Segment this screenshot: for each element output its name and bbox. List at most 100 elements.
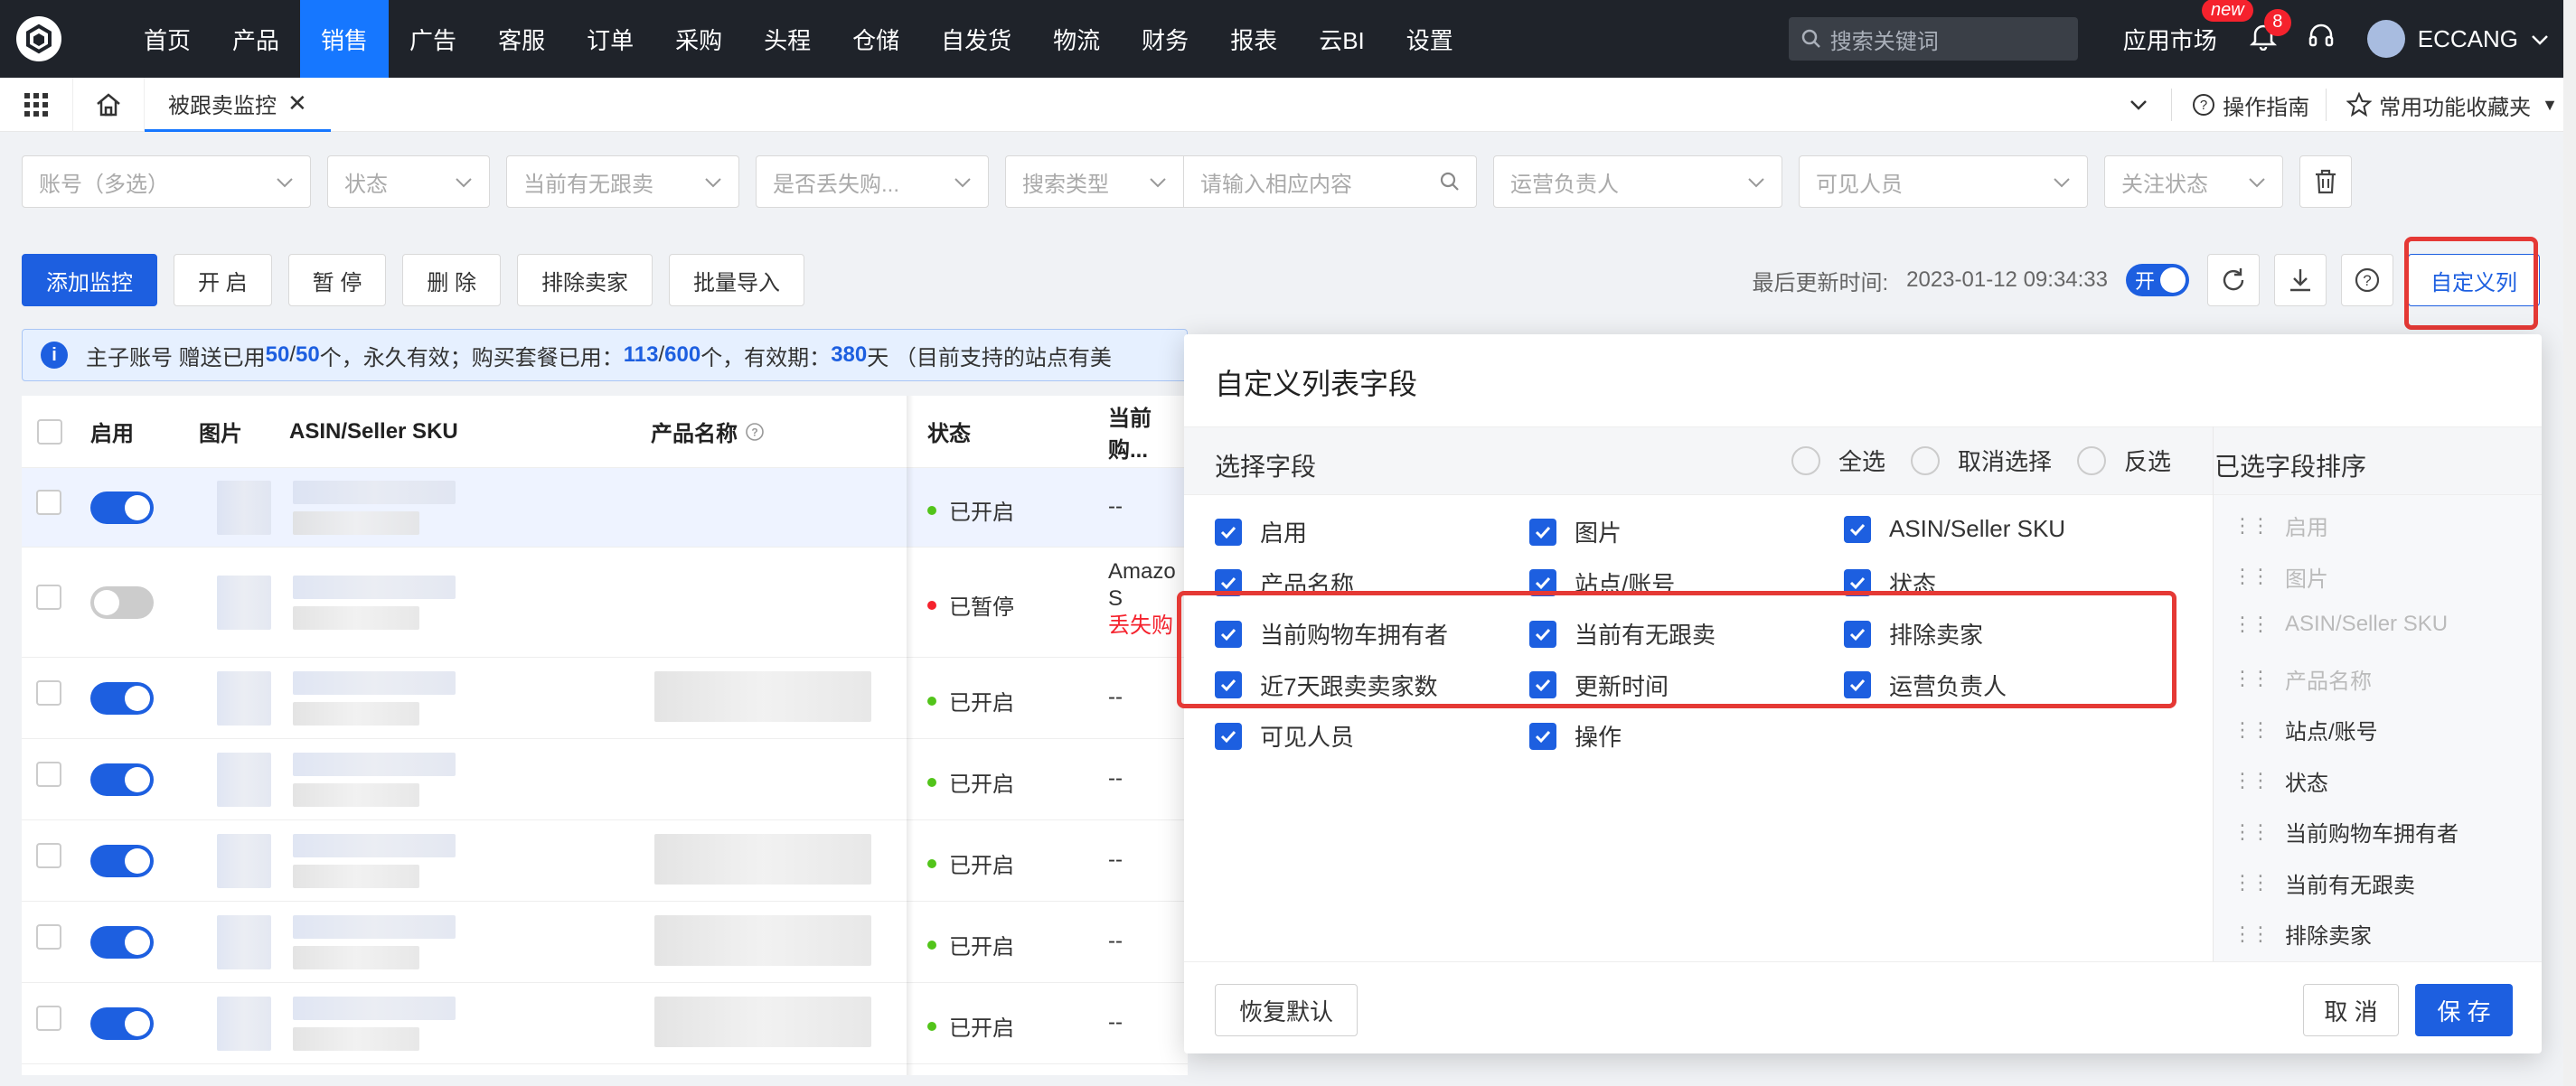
nav-item[interactable]: 客服 — [477, 0, 566, 78]
sorted-field-item[interactable]: ⋮⋮ 排除卖家 — [2233, 918, 2372, 950]
nav-item[interactable]: 报表 — [1209, 0, 1298, 78]
nav-item[interactable]: 仓储 — [832, 0, 920, 78]
sorted-field-item[interactable]: ⋮⋮ 当前购物车拥有者 — [2233, 816, 2458, 847]
field-checkbox-item[interactable]: 可见人员 — [1215, 719, 1354, 753]
nav-item[interactable]: 产品 — [212, 0, 300, 78]
favorites-button[interactable]: 常用功能收藏夹 ▼ — [2346, 89, 2558, 121]
enable-switch[interactable] — [90, 1007, 154, 1040]
page-scrollbar[interactable] — [2563, 0, 2576, 1086]
sorted-field-item[interactable]: ⋮⋮ 当前有无跟卖 — [2233, 867, 2415, 899]
checkbox-checked-icon[interactable] — [1215, 518, 1242, 546]
has-follow-select[interactable]: 当前有无跟卖 — [506, 155, 739, 208]
field-checkbox-item[interactable]: ASIN/Seller SKU — [1844, 515, 2065, 543]
auto-refresh-toggle[interactable]: 开 — [2126, 264, 2189, 296]
username[interactable]: ECCANG — [2418, 25, 2518, 53]
tab-dropdown-button[interactable] — [2129, 99, 2155, 110]
select-all-checkbox[interactable] — [37, 418, 62, 445]
support-button[interactable] — [2308, 23, 2335, 56]
drag-handle-icon[interactable]: ⋮⋮ — [2233, 718, 2270, 742]
checkbox-checked-icon[interactable] — [1529, 722, 1556, 750]
tab-follow-monitor[interactable]: 被跟卖监控 ✕ — [145, 78, 331, 132]
search-icon[interactable] — [1440, 172, 1460, 192]
nav-item[interactable]: 销售 — [300, 0, 390, 78]
sorted-field-item[interactable]: ⋮⋮ 站点/账号 — [2233, 714, 2378, 745]
sorted-field-item[interactable]: ⋮⋮ 状态 — [2233, 765, 2328, 797]
help-button[interactable]: ? — [2341, 254, 2393, 306]
field-checkbox-item[interactable]: 图片 — [1529, 515, 1622, 548]
batch-import-button[interactable]: 批量导入 — [669, 254, 805, 306]
refresh-button[interactable] — [2207, 254, 2260, 306]
home-icon[interactable] — [72, 77, 145, 132]
drag-handle-icon[interactable]: ⋮⋮ — [2233, 820, 2270, 844]
search-content-input[interactable]: 请输入相应内容 — [1184, 155, 1477, 208]
select-all-radio[interactable]: 全选 — [1791, 444, 1885, 477]
checkbox-checked-icon[interactable] — [1529, 518, 1556, 546]
row-checkbox[interactable] — [36, 490, 61, 515]
avatar[interactable] — [2366, 20, 2405, 58]
table-row[interactable]: 已暂停 Amazo S 丢失购 — [22, 548, 1188, 658]
enable-switch[interactable] — [90, 763, 154, 796]
deselect-radio[interactable]: 取消选择 — [1911, 444, 2052, 477]
row-checkbox[interactable] — [36, 843, 61, 868]
nav-item[interactable]: 头程 — [743, 0, 832, 78]
row-checkbox[interactable] — [36, 1006, 61, 1031]
account-select[interactable]: 账号（多选） — [22, 155, 311, 208]
lost-cart-select[interactable]: 是否丢失购... — [756, 155, 989, 208]
enable-switch[interactable] — [90, 492, 154, 524]
nav-item[interactable]: 物流 — [1032, 0, 1121, 78]
nav-item[interactable]: 设置 — [1386, 0, 1474, 78]
row-checkbox[interactable] — [36, 585, 61, 610]
table-row[interactable]: 已开启 -- — [22, 902, 1188, 983]
reset-default-button[interactable]: 恢复默认 — [1215, 984, 1359, 1036]
field-checkbox-item[interactable]: 启用 — [1215, 515, 1307, 548]
download-button[interactable] — [2274, 254, 2327, 306]
nav-item[interactable]: 云BI — [1298, 0, 1386, 78]
table-row[interactable]: 已开启 -- — [22, 820, 1188, 902]
guide-link[interactable]: ? 操作指南 — [2192, 89, 2309, 121]
visible-select[interactable]: 可见人员 — [1799, 155, 2088, 208]
follow-status-select[interactable]: 关注状态 — [2104, 155, 2283, 208]
enable-switch[interactable] — [90, 586, 154, 619]
operator-select[interactable]: 运营负责人 — [1493, 155, 1782, 208]
row-checkbox[interactable] — [36, 762, 61, 787]
save-button[interactable]: 保 存 — [2415, 984, 2513, 1036]
drag-handle-icon[interactable]: ⋮⋮ — [2233, 922, 2270, 946]
field-checkbox-item[interactable]: 操作 — [1529, 719, 1622, 753]
apps-grid-icon[interactable] — [0, 92, 72, 117]
clear-filters-button[interactable] — [2299, 155, 2352, 208]
nav-item[interactable]: 订单 — [566, 0, 654, 78]
enable-switch[interactable] — [90, 926, 154, 959]
table-row[interactable]: 已开启 -- — [22, 468, 1188, 548]
notification-button[interactable]: 8 — [2249, 8, 2291, 57]
row-checkbox[interactable] — [36, 680, 61, 706]
delete-button[interactable]: 删 除 — [402, 254, 502, 306]
nav-item[interactable]: 首页 — [123, 0, 212, 78]
nav-item[interactable]: 广告 — [389, 0, 477, 78]
cancel-button[interactable]: 取 消 — [2303, 984, 2399, 1036]
invert-radio[interactable]: 反选 — [2077, 444, 2171, 477]
checkbox-checked-icon[interactable] — [1215, 722, 1242, 750]
nav-item[interactable]: 自发货 — [920, 0, 1032, 78]
search-type-select[interactable]: 搜索类型 — [1005, 155, 1184, 208]
table-row[interactable]: 已开启 -- — [22, 658, 1188, 739]
app-market-link[interactable]: 应用市场 new — [2123, 0, 2253, 56]
table-row[interactable]: 已开启 -- — [22, 739, 1188, 820]
exclude-seller-button[interactable]: 排除卖家 — [517, 254, 653, 306]
global-search-input[interactable]: 搜索关键词 — [1788, 17, 2078, 61]
open-button[interactable]: 开 启 — [174, 254, 272, 306]
add-monitor-button[interactable]: 添加监控 — [22, 254, 157, 306]
pause-button[interactable]: 暂 停 — [287, 254, 387, 306]
row-checkbox[interactable] — [36, 924, 61, 950]
help-circle-icon[interactable]: ? — [745, 422, 765, 442]
nav-item[interactable]: 财务 — [1121, 0, 1209, 78]
status-select[interactable]: 状态 — [327, 155, 490, 208]
enable-switch[interactable] — [90, 845, 154, 877]
checkbox-checked-icon[interactable] — [1844, 515, 1871, 543]
close-icon[interactable]: ✕ — [287, 89, 307, 117]
drag-handle-icon[interactable]: ⋮⋮ — [2233, 871, 2270, 894]
app-logo[interactable] — [0, 0, 78, 78]
drag-handle-icon[interactable]: ⋮⋮ — [2233, 769, 2270, 792]
table-row[interactable]: 已开启 -- — [22, 983, 1188, 1064]
chevron-down-icon[interactable] — [2531, 26, 2549, 51]
enable-switch[interactable] — [90, 682, 154, 715]
